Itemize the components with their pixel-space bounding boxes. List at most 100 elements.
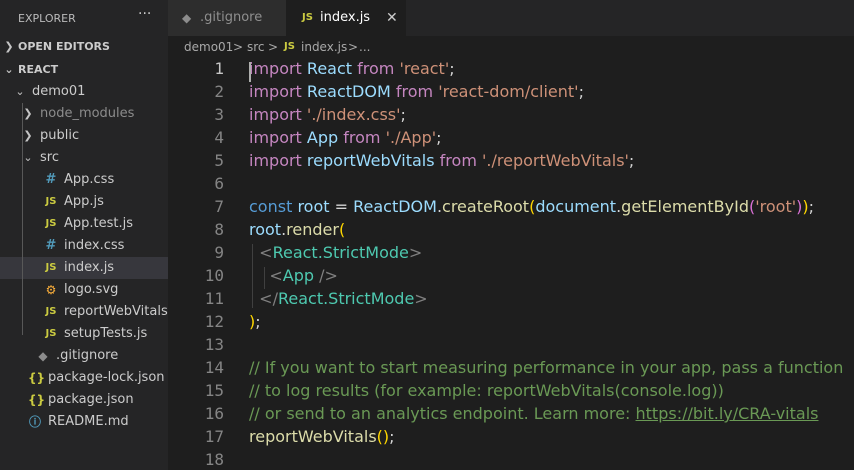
code-token: const bbox=[249, 197, 293, 216]
code-line[interactable]: <React.StrictMode> bbox=[249, 243, 422, 262]
code-token: </ bbox=[259, 289, 278, 308]
code-token: './index.css' bbox=[306, 105, 401, 124]
git-icon: ◆ bbox=[182, 11, 192, 25]
code-token: > bbox=[408, 243, 423, 262]
code-token: ; bbox=[578, 82, 584, 101]
text-cursor bbox=[249, 62, 251, 82]
code-line[interactable]: // If you want to start measuring perfor… bbox=[249, 358, 843, 377]
code-line[interactable]: import reportWebVitals from './reportWeb… bbox=[249, 151, 634, 170]
section-workspace[interactable]: ⌄ REACT bbox=[0, 59, 168, 81]
code-token: https://bit.ly/CRA-vitals bbox=[635, 404, 819, 423]
code-token: // If you want to start measuring perfor… bbox=[249, 358, 844, 377]
breadcrumb: demo01 > src > JS index.js > ... bbox=[168, 36, 854, 58]
code-line[interactable]: <App /> bbox=[249, 266, 338, 285]
js-file-icon: JS bbox=[45, 328, 57, 339]
tree-item-label: setupTests.js bbox=[64, 326, 148, 341]
tree-item[interactable]: JS App.test.js bbox=[0, 213, 168, 235]
tree-item[interactable]: JS App.js bbox=[0, 191, 168, 213]
code-token: ; bbox=[389, 427, 395, 446]
code-token: = bbox=[329, 197, 354, 216]
code-line[interactable]: import App from './App'; bbox=[249, 128, 442, 147]
tree-item[interactable]: # App.css bbox=[0, 169, 168, 191]
js-file-icon: JS bbox=[45, 306, 57, 317]
tab-index-js[interactable]: JS index.js ✕ bbox=[286, 0, 406, 36]
json-file-icon: {} bbox=[28, 393, 46, 407]
tree-item[interactable]: {} package.json bbox=[0, 389, 168, 411]
breadcrumb-demo01[interactable]: demo01 bbox=[184, 36, 233, 58]
code-token: 'react-dom/client' bbox=[438, 82, 579, 101]
code-line[interactable]: reportWebVitals(); bbox=[249, 427, 395, 446]
code-token: React bbox=[306, 59, 353, 78]
code-token: createRoot bbox=[442, 197, 530, 216]
tree-item[interactable]: ⚙ logo.svg bbox=[0, 279, 168, 301]
info-file-icon: ⓘ bbox=[28, 415, 41, 429]
tree-item[interactable]: ⓘ README.md bbox=[0, 411, 168, 433]
tab-label: index.js bbox=[320, 10, 371, 25]
tree-item-label: demo01 bbox=[32, 84, 86, 99]
code-line[interactable]: // or send to an analytics endpoint. Lea… bbox=[249, 404, 818, 423]
tree-item[interactable]: JS setupTests.js bbox=[0, 323, 168, 345]
code-token: './reportWebVitals' bbox=[482, 151, 629, 170]
breadcrumb-index-js[interactable]: index.js bbox=[301, 36, 347, 58]
tree-item[interactable]: ⌄ demo01 bbox=[0, 81, 168, 103]
code-line[interactable]: const root = ReactDOM.createRoot(documen… bbox=[249, 197, 814, 216]
tree-item-label: App.test.js bbox=[64, 216, 134, 231]
js-file-icon: JS bbox=[45, 262, 57, 273]
code-token: < bbox=[259, 243, 273, 262]
tree-item-label: node_modules bbox=[40, 106, 135, 121]
breadcrumb-separator: > bbox=[268, 40, 279, 54]
line-number: 7 bbox=[214, 197, 224, 216]
chevron-down-icon: ⌄ bbox=[15, 85, 25, 98]
tree-item[interactable]: ❯ public bbox=[0, 125, 168, 147]
code-token: ; bbox=[808, 197, 815, 216]
code-line[interactable]: // to log results (for example: reportWe… bbox=[249, 381, 724, 400]
breadcrumb-separator: > bbox=[233, 40, 244, 54]
json-file-icon: {} bbox=[28, 371, 46, 385]
code-line[interactable]: root.render( bbox=[249, 220, 345, 239]
code-editor[interactable]: 1 2 3 4 5 6 7 8 9 10 11 12 13 14 15 16 17 18 import React… bbox=[168, 58, 854, 470]
tab-gitignore[interactable]: ◆ .gitignore bbox=[168, 0, 286, 36]
code-token: import bbox=[249, 105, 302, 124]
breadcrumb-src[interactable]: src bbox=[247, 36, 265, 58]
line-number: 4 bbox=[214, 128, 224, 147]
tab-label: .gitignore bbox=[200, 10, 263, 25]
code-line[interactable]: ); bbox=[249, 312, 261, 331]
tree-item[interactable]: # index.css bbox=[0, 235, 168, 257]
tree-item-label: index.css bbox=[64, 238, 125, 253]
line-number: 14 bbox=[204, 358, 224, 377]
breadcrumb-more[interactable]: ... bbox=[359, 36, 370, 58]
line-number: 1 bbox=[214, 59, 224, 78]
line-number: 13 bbox=[204, 335, 224, 354]
js-file-icon: JS bbox=[45, 218, 57, 229]
code-token: App bbox=[282, 266, 315, 285]
code-token: ReactDOM bbox=[353, 197, 437, 216]
line-number: 10 bbox=[204, 266, 224, 285]
breadcrumb-separator: > bbox=[348, 40, 359, 54]
tree-item[interactable]: ◆ .gitignore bbox=[0, 345, 168, 367]
section-open-editors[interactable]: ❯ OPEN EDITORS bbox=[0, 36, 168, 58]
code-token: root bbox=[297, 197, 330, 216]
close-icon[interactable]: ✕ bbox=[386, 0, 398, 36]
code-token: render bbox=[286, 220, 339, 239]
css-file-icon: # bbox=[45, 238, 57, 253]
tree-item[interactable]: ❯ node_modules bbox=[0, 103, 168, 125]
line-number: 15 bbox=[204, 381, 224, 400]
js-file-icon: JS bbox=[284, 41, 295, 52]
code-token: import bbox=[249, 59, 302, 78]
tree-item-label: .gitignore bbox=[56, 348, 119, 363]
code-line[interactable]: </React.StrictMode> bbox=[249, 289, 428, 308]
ellipsis-icon[interactable]: ··· bbox=[138, 6, 151, 22]
code-line[interactable]: import './index.css'; bbox=[249, 105, 406, 124]
code-line[interactable]: import ReactDOM from 'react-dom/client'; bbox=[249, 82, 584, 101]
code-line[interactable]: import React from 'react'; bbox=[249, 59, 455, 78]
tree-item[interactable]: {} package-lock.json bbox=[0, 367, 168, 389]
line-number: 17 bbox=[204, 427, 224, 446]
tree-item[interactable]: JS index.js bbox=[0, 257, 168, 279]
tree-item-label: package-lock.json bbox=[48, 370, 165, 385]
tree-item[interactable]: ⌄ src bbox=[0, 147, 168, 169]
code-token: from bbox=[343, 128, 381, 147]
code-token: ; bbox=[628, 151, 635, 170]
tree-item[interactable]: JS reportWebVitals.js bbox=[0, 301, 168, 323]
